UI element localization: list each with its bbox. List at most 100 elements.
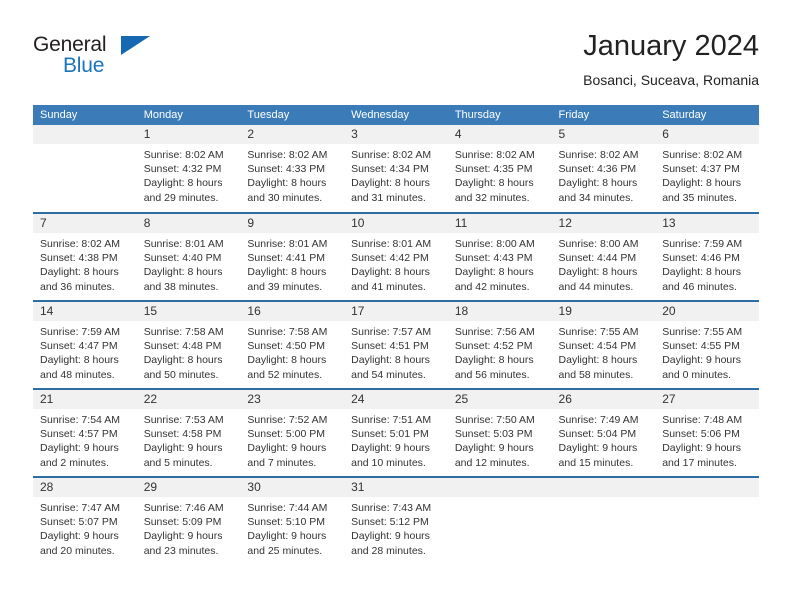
- daylight-text-line1: Daylight: 9 hours: [662, 442, 742, 455]
- calendar-day-cell[interactable]: 12 Sunrise: 8:00 AM Sunset: 4:44 PM Dayligh…: [551, 212, 656, 301]
- sunrise-text: Sunrise: 7:43 AM: [351, 502, 432, 514]
- daylight-text-line1: Daylight: 9 hours: [247, 442, 327, 455]
- calendar-day-cell[interactable]: 2 Sunrise: 8:02 AM Sunset: 4:33 PM Daylight…: [240, 125, 345, 213]
- sunset-text: Sunset: 4:55 PM: [662, 340, 740, 353]
- day-cell-inner: 20 Sunrise: 7:55 AM Sunset: 4:55 PM Dayligh…: [655, 302, 759, 388]
- daylight-text-line2: and 44 minutes.: [558, 280, 634, 293]
- sun-details: Sunrise: 8:00 AM Sunset: 4:43 PM Daylight:…: [448, 233, 552, 294]
- calendar-day-cell[interactable]: 22 Sunrise: 7:53 AM Sunset: 4:58 PM Dayligh…: [136, 388, 241, 477]
- sunrise-text: Sunrise: 7:50 AM: [454, 414, 535, 426]
- calendar-day-cell[interactable]: 1 Sunrise: 8:02 AM Sunset: 4:32 PM Daylight…: [136, 125, 241, 213]
- sunrise-text: Sunrise: 8:02 AM: [351, 149, 432, 161]
- day-cell-inner: 12 Sunrise: 8:00 AM Sunset: 4:44 PM Dayligh…: [551, 214, 656, 300]
- daylight-text-line1: Daylight: 8 hours: [454, 354, 534, 367]
- calendar-day-cell[interactable]: 29 Sunrise: 7:46 AM Sunset: 5:09 PM Dayligh…: [136, 476, 241, 565]
- weekday-header-friday: Friday: [551, 105, 656, 125]
- day-number: [551, 478, 656, 497]
- calendar-day-cell[interactable]: 27 Sunrise: 7:48 AM Sunset: 5:06 PM Dayligh…: [655, 388, 759, 477]
- daylight-text-line1: Daylight: 8 hours: [454, 177, 534, 190]
- day-number: 31: [344, 478, 448, 497]
- daylight-text-line2: and 30 minutes.: [247, 191, 323, 204]
- calendar-day-cell[interactable]: 3 Sunrise: 8:02 AM Sunset: 4:34 PM Daylight…: [344, 125, 448, 213]
- sun-details: Sunrise: 7:57 AM Sunset: 4:51 PM Daylight:…: [344, 321, 448, 382]
- sunset-text: Sunset: 4:46 PM: [662, 252, 740, 265]
- sunset-text: Sunset: 4:37 PM: [662, 163, 740, 176]
- calendar-day-cell[interactable]: 8 Sunrise: 8:01 AM Sunset: 4:40 PM Daylight…: [136, 212, 241, 301]
- sun-details: Sunrise: 7:44 AM Sunset: 5:10 PM Daylight:…: [240, 497, 344, 558]
- daylight-text-line2: and 12 minutes.: [454, 456, 530, 469]
- day-number: 25: [447, 390, 552, 409]
- calendar-day-cell[interactable]: 17 Sunrise: 7:57 AM Sunset: 4:51 PM Dayligh…: [344, 300, 448, 389]
- sun-details: Sunrise: 8:01 AM Sunset: 4:42 PM Daylight:…: [344, 233, 448, 294]
- weekday-header-saturday: Saturday: [655, 105, 759, 125]
- calendar-day-cell[interactable]: 24 Sunrise: 7:51 AM Sunset: 5:01 PM Dayligh…: [344, 388, 448, 477]
- day-number: 19: [551, 302, 656, 321]
- day-cell-inner: 26 Sunrise: 7:49 AM Sunset: 5:04 PM Dayligh…: [551, 390, 656, 476]
- calendar-day-cell[interactable]: 15 Sunrise: 7:58 AM Sunset: 4:48 PM Dayligh…: [136, 300, 241, 389]
- sunset-text: Sunset: 5:09 PM: [143, 516, 222, 529]
- day-cell-inner: 19 Sunrise: 7:55 AM Sunset: 4:54 PM Dayligh…: [551, 302, 656, 388]
- day-cell-inner: 28 Sunrise: 7:47 AM Sunset: 5:07 PM Dayligh…: [33, 478, 137, 565]
- sun-details: Sunrise: 7:51 AM Sunset: 5:01 PM Daylight:…: [344, 409, 448, 470]
- calendar-day-cell[interactable]: 7 Sunrise: 8:02 AM Sunset: 4:38 PM Daylight…: [33, 212, 137, 301]
- sunrise-text: Sunrise: 8:02 AM: [247, 149, 328, 161]
- sunset-text: Sunset: 5:12 PM: [351, 516, 429, 529]
- calendar-day-cell[interactable]: 18 Sunrise: 7:56 AM Sunset: 4:52 PM Dayligh…: [447, 300, 552, 389]
- calendar-day-cell[interactable]: 6 Sunrise: 8:02 AM Sunset: 4:37 PM Daylight…: [655, 125, 759, 213]
- daylight-text-line1: Daylight: 8 hours: [143, 177, 223, 190]
- sun-details: Sunrise: 7:56 AM Sunset: 4:52 PM Daylight:…: [448, 321, 552, 382]
- sunset-text: Sunset: 4:48 PM: [143, 340, 222, 353]
- calendar-day-cell[interactable]: 23 Sunrise: 7:52 AM Sunset: 5:00 PM Dayligh…: [240, 388, 345, 477]
- calendar-day-cell[interactable]: 11 Sunrise: 8:00 AM Sunset: 4:43 PM Dayligh…: [447, 212, 552, 301]
- calendar-day-cell[interactable]: 9 Sunrise: 8:01 AM Sunset: 4:41 PM Daylight…: [240, 212, 345, 301]
- day-cell-inner: 16 Sunrise: 7:58 AM Sunset: 4:50 PM Dayligh…: [240, 302, 345, 388]
- day-number: 22: [136, 390, 241, 409]
- day-cell-inner: 24 Sunrise: 7:51 AM Sunset: 5:01 PM Dayligh…: [344, 390, 448, 476]
- calendar-day-cell[interactable]: 30 Sunrise: 7:44 AM Sunset: 5:10 PM Dayligh…: [240, 476, 345, 565]
- daylight-text-line1: Daylight: 8 hours: [247, 354, 327, 367]
- calendar-cell-empty: [33, 125, 137, 213]
- calendar-cell-empty: [551, 476, 656, 565]
- daylight-text-line2: and 25 minutes.: [247, 544, 323, 557]
- calendar-week-row: 21 Sunrise: 7:54 AM Sunset: 4:57 PM Dayligh…: [33, 388, 759, 477]
- day-number: 2: [240, 125, 345, 144]
- calendar-day-cell[interactable]: 14 Sunrise: 7:59 AM Sunset: 4:47 PM Dayligh…: [33, 300, 137, 389]
- calendar-day-cell[interactable]: 19 Sunrise: 7:55 AM Sunset: 4:54 PM Dayligh…: [551, 300, 656, 389]
- calendar-day-cell[interactable]: 26 Sunrise: 7:49 AM Sunset: 5:04 PM Dayligh…: [551, 388, 656, 477]
- sunrise-text: Sunrise: 7:47 AM: [40, 502, 120, 514]
- calendar-cell-empty: [447, 476, 552, 565]
- calendar-day-cell[interactable]: 25 Sunrise: 7:50 AM Sunset: 5:03 PM Dayligh…: [447, 388, 552, 477]
- sun-details: Sunrise: 8:02 AM Sunset: 4:33 PM Daylight:…: [240, 144, 344, 205]
- weekday-header-monday: Monday: [136, 105, 241, 125]
- calendar-day-cell[interactable]: 28 Sunrise: 7:47 AM Sunset: 5:07 PM Dayligh…: [33, 476, 137, 565]
- calendar-day-cell[interactable]: 5 Sunrise: 8:02 AM Sunset: 4:36 PM Daylight…: [551, 125, 656, 213]
- day-cell-inner: 1 Sunrise: 8:02 AM Sunset: 4:32 PM Daylight…: [136, 125, 241, 212]
- sunset-text: Sunset: 4:47 PM: [40, 340, 118, 353]
- calendar-day-cell[interactable]: 4 Sunrise: 8:02 AM Sunset: 4:35 PM Daylight…: [447, 125, 552, 213]
- day-cell-inner: [551, 478, 656, 565]
- day-cell-inner: 9 Sunrise: 8:01 AM Sunset: 4:41 PM Daylight…: [240, 214, 345, 300]
- calendar-day-cell[interactable]: 16 Sunrise: 7:58 AM Sunset: 4:50 PM Dayligh…: [240, 300, 345, 389]
- sunrise-text: Sunrise: 7:54 AM: [40, 414, 120, 426]
- calendar-day-cell[interactable]: 13 Sunrise: 7:59 AM Sunset: 4:46 PM Dayligh…: [655, 212, 759, 301]
- sunset-text: Sunset: 5:00 PM: [247, 428, 326, 441]
- sunrise-text: Sunrise: 8:02 AM: [558, 149, 639, 161]
- daylight-text-line2: and 41 minutes.: [351, 280, 426, 293]
- calendar-day-cell[interactable]: 10 Sunrise: 8:01 AM Sunset: 4:42 PM Dayligh…: [344, 212, 448, 301]
- calendar-day-cell[interactable]: 31 Sunrise: 7:43 AM Sunset: 5:12 PM Dayligh…: [344, 476, 448, 565]
- day-number: 8: [136, 214, 241, 233]
- logo-triangle-icon: [121, 36, 150, 55]
- sunset-text: Sunset: 4:44 PM: [558, 252, 637, 265]
- daylight-text-line2: and 48 minutes.: [40, 368, 115, 381]
- sunrise-text: Sunrise: 8:01 AM: [351, 238, 432, 250]
- day-cell-inner: 3 Sunrise: 8:02 AM Sunset: 4:34 PM Daylight…: [344, 125, 448, 212]
- daylight-text-line2: and 36 minutes.: [40, 280, 115, 293]
- calendar-day-cell[interactable]: 20 Sunrise: 7:55 AM Sunset: 4:55 PM Dayligh…: [655, 300, 759, 389]
- page-header: General Blue January 2024 Bosanci, Sucea…: [33, 28, 759, 98]
- day-cell-inner: 29 Sunrise: 7:46 AM Sunset: 5:09 PM Dayligh…: [136, 478, 241, 565]
- daylight-text-line2: and 54 minutes.: [351, 368, 426, 381]
- calendar-day-cell[interactable]: 21 Sunrise: 7:54 AM Sunset: 4:57 PM Dayligh…: [33, 388, 137, 477]
- daylight-text-line2: and 50 minutes.: [143, 368, 219, 381]
- sunrise-text: Sunrise: 7:55 AM: [662, 326, 743, 338]
- day-cell-inner: 21 Sunrise: 7:54 AM Sunset: 4:57 PM Dayligh…: [33, 390, 137, 476]
